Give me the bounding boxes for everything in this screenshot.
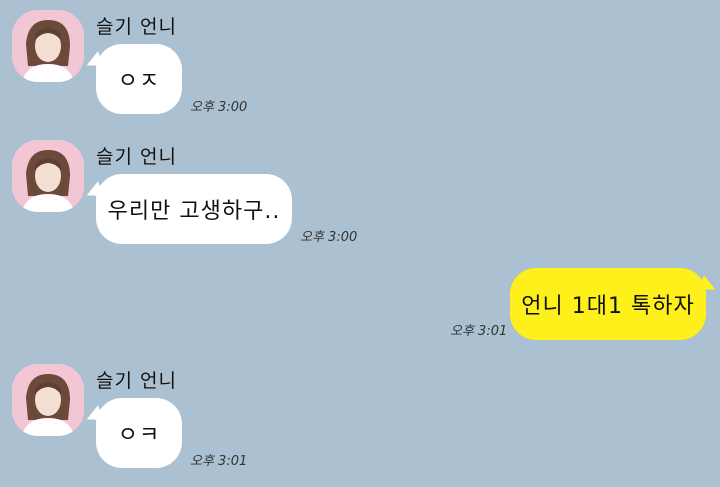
sender-name: 슬기 언니 xyxy=(96,370,177,392)
sender-name: 슬기 언니 xyxy=(96,16,177,38)
message-time: 오후 3:01 xyxy=(190,454,248,469)
message-bubble[interactable]: 우리만 고생하구.. xyxy=(96,174,292,244)
sender-avatar[interactable] xyxy=(12,364,84,436)
message-time: 오후 3:00 xyxy=(300,230,358,245)
message-bubble[interactable]: 언니 1대1 톡하자 xyxy=(510,268,706,340)
message-bubble[interactable]: ㅇㅋ xyxy=(96,398,182,468)
sender-avatar[interactable] xyxy=(12,140,84,212)
sender-name: 슬기 언니 xyxy=(96,146,177,168)
sender-avatar[interactable] xyxy=(12,10,84,82)
message-time: 오후 3:01 xyxy=(450,324,508,339)
message-bubble[interactable]: ㅇㅈ xyxy=(96,44,182,114)
message-time: 오후 3:00 xyxy=(190,100,248,115)
